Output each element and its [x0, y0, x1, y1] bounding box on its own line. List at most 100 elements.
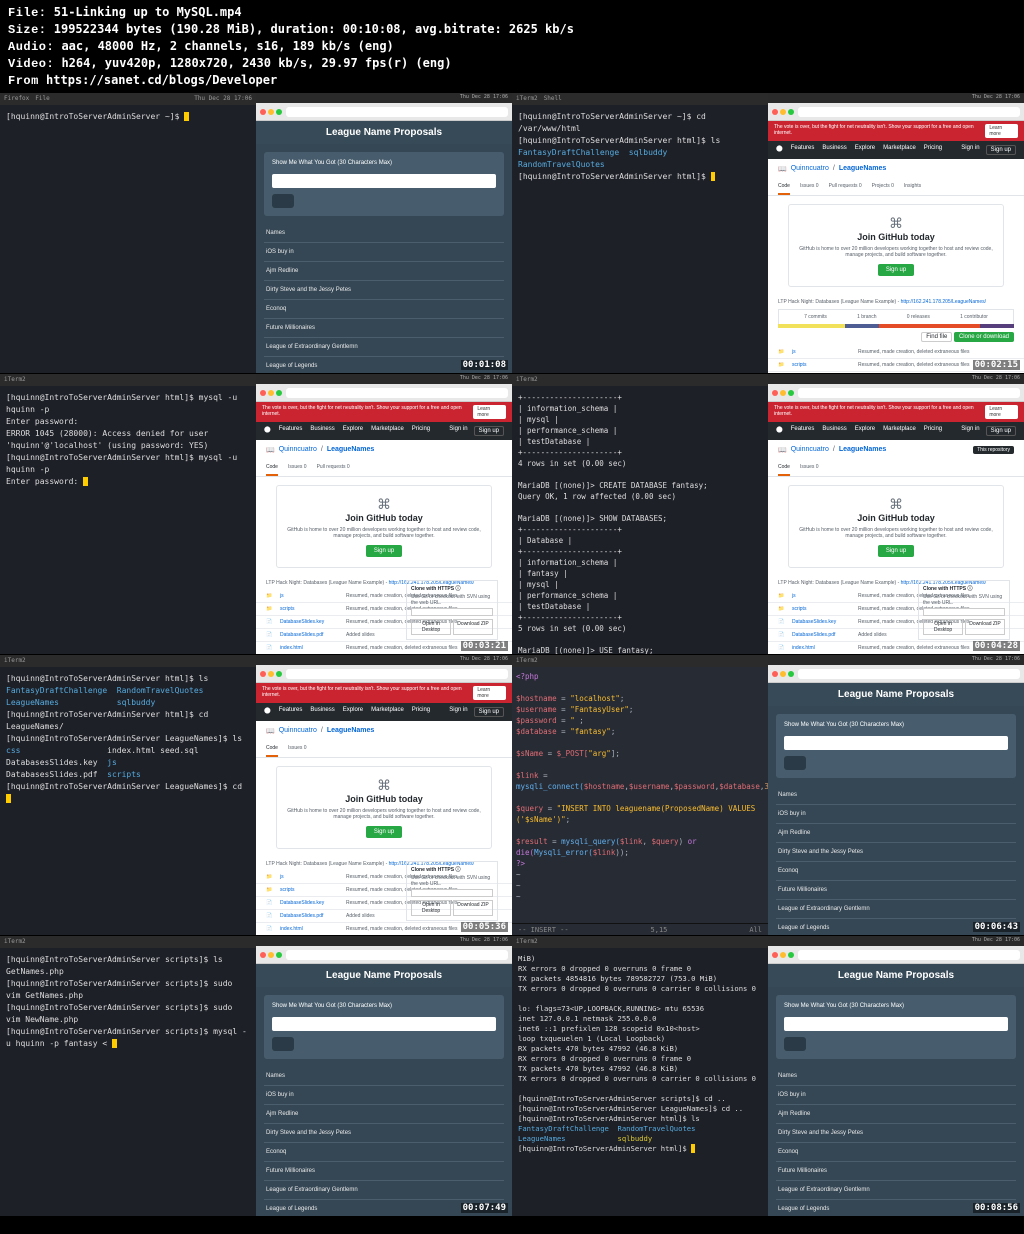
timestamp: 00:01:08	[461, 360, 508, 370]
file-name[interactable]: js	[792, 349, 852, 355]
thumb-5: iTerm2 [hquinn@IntroToServerAdminServer …	[0, 655, 512, 935]
file-name[interactable]: index.html	[792, 645, 852, 651]
terminal-line: [hquinn@IntroToServerAdminServer html]$ …	[518, 135, 762, 147]
file-icon: 📁	[266, 887, 274, 893]
menubar: Thu Dec 28 17:06	[256, 93, 512, 103]
league-item: Future Millionaires	[264, 1162, 504, 1181]
from-label: From	[8, 74, 39, 88]
league-item: League of Extraordinary Gentlemn	[264, 338, 504, 357]
file-name[interactable]: js	[280, 593, 340, 599]
file-icon: 📁	[778, 349, 786, 355]
file-icon: 📄	[266, 913, 274, 919]
signup-button[interactable]: Sign up	[878, 264, 914, 276]
thumb-4: iTerm2 +---------------------+ | informa…	[512, 374, 1024, 654]
thumb-8: iTerm2 MiB) RX errors 0 dropped 0 overru…	[512, 936, 1024, 1216]
terminal: [hquinn@IntroToServerAdminServer html]$ …	[0, 667, 256, 935]
audio-value: aac, 48000 Hz, 2 channels, s16, 189 kb/s…	[61, 39, 393, 53]
league-app: League Name Proposals Show Me What You G…	[256, 121, 512, 373]
file-name[interactable]: js	[792, 593, 852, 599]
file-name[interactable]: DatabaseSlides.key	[280, 900, 340, 906]
thumb-2: iTerm2Shell [hquinn@IntroToServerAdminSe…	[512, 93, 1024, 373]
clone-popup: Clone with HTTPS ⓘ Use Git or checkout w…	[406, 580, 498, 640]
file-icon: 📄	[266, 619, 274, 625]
traffic-lights[interactable]	[260, 109, 282, 115]
audio-label: Audio:	[8, 40, 54, 54]
league-item: Names	[776, 786, 1016, 805]
league-item: Econoq	[264, 300, 504, 319]
terminal: MiB) RX errors 0 dropped 0 overruns 0 fr…	[512, 948, 768, 1216]
league-item: Names	[264, 224, 504, 243]
league-item: iOS buy in	[776, 805, 1016, 824]
thumb-6: iTerm2 <?php $hostname = "localhost"; $u…	[512, 655, 1024, 935]
file-icon: 📄	[778, 645, 786, 651]
league-item: Econoq	[776, 862, 1016, 881]
file-name[interactable]: js	[280, 874, 340, 880]
terminal: [hquinn@IntroToServerAdminServer ~]$ cd …	[512, 105, 768, 373]
submit-button[interactable]	[272, 194, 294, 208]
php-editor[interactable]: <?php $hostname = "localhost"; $username…	[512, 667, 768, 923]
video-value: h264, yuv420p, 1280x720, 2430 kb/s, 29.9…	[61, 56, 451, 70]
file-name[interactable]: scripts	[792, 362, 852, 368]
league-item: League of Extraordinary Gentlemn	[776, 900, 1016, 919]
file-icon: 📁	[778, 593, 786, 599]
file-icon: 📁	[266, 593, 274, 599]
file-name[interactable]: scripts	[280, 606, 340, 612]
file-name[interactable]: DatabaseSlides.pdf	[280, 632, 340, 638]
metadata-header: File: 51-Linking up to MySQL.mp4 Size: 1…	[0, 0, 1024, 93]
league-title: League Name Proposals	[256, 121, 512, 144]
github-page: The vote is over, but the fight for net …	[768, 121, 1024, 373]
league-item: Econoq	[776, 1143, 1016, 1162]
league-item: Dirty Steve and the Jessy Petes	[264, 1124, 504, 1143]
league-item: Dirty Steve and the Jessy Petes	[776, 1124, 1016, 1143]
league-input[interactable]	[272, 174, 496, 188]
menu-item[interactable]: Firefox	[4, 95, 29, 103]
league-item: iOS buy in	[264, 1086, 504, 1105]
file-label: File:	[8, 6, 47, 20]
url-bar[interactable]	[286, 107, 508, 117]
file-name[interactable]: index.html	[280, 926, 340, 932]
learn-more-button[interactable]: Learn more	[985, 124, 1018, 138]
file-row[interactable]: 📄DatabaseSlides.keyResumed, made creatio…	[768, 372, 1024, 373]
menubar: iTerm2Shell	[512, 93, 768, 105]
league-item: League of Extraordinary Gentlemn	[776, 1181, 1016, 1200]
file-name[interactable]: scripts	[280, 887, 340, 893]
league-item: Future Millionaires	[776, 881, 1016, 900]
file-name[interactable]: scripts	[792, 606, 852, 612]
file-name[interactable]: DatabaseSlides.key	[792, 619, 852, 625]
file-icon: 📁	[778, 362, 786, 368]
file-name[interactable]: index.html	[280, 645, 340, 651]
file-row[interactable]: 📁jsResumed, made creation, deleted extra…	[768, 346, 1024, 359]
file-name[interactable]: DatabaseSlides.key	[280, 619, 340, 625]
cursor-icon	[184, 112, 189, 121]
terminal: [hquinn@IntroToServerAdminServer ~]$	[0, 105, 256, 373]
file-icon: 📁	[266, 874, 274, 880]
file-icon: 📄	[266, 900, 274, 906]
league-label: Show Me What You Got (30 Characters Max)	[272, 160, 496, 166]
browser-chrome	[256, 103, 512, 121]
league-item: iOS buy in	[776, 1086, 1016, 1105]
league-item: Dirty Steve and the Jessy Petes	[264, 281, 504, 300]
league-item: League of Extraordinary Gentlemn	[264, 1181, 504, 1200]
file-icon: 📄	[266, 645, 274, 651]
join-github-card: ⌘ Join GitHub today GitHub is home to ov…	[788, 204, 1004, 287]
league-item: Ajm Redline	[264, 262, 504, 281]
book-icon: 📖	[778, 165, 787, 173]
file-value: 51-Linking up to MySQL.mp4	[54, 5, 242, 19]
league-item: Future Millionaires	[776, 1162, 1016, 1181]
league-item: iOS buy in	[264, 243, 504, 262]
terminal-line: [hquinn@IntroToServerAdminServer ~]$	[6, 112, 184, 121]
tab-code[interactable]: Code	[778, 179, 790, 195]
file-icon: 📁	[778, 606, 786, 612]
league-item: Ajm Redline	[776, 824, 1016, 843]
github-logo-icon[interactable]: ⬤	[776, 145, 783, 155]
github-nav: ⬤ FeaturesBusinessExploreMarketplacePric…	[768, 141, 1024, 159]
size-label: Size:	[8, 23, 47, 37]
file-icon: 📁	[266, 606, 274, 612]
league-item: Dirty Steve and the Jessy Petes	[776, 843, 1016, 862]
from-value: https://sanet.cd/blogs/Developer	[46, 73, 277, 87]
league-item: Econoq	[264, 1143, 504, 1162]
file-name[interactable]: DatabaseSlides.pdf	[792, 632, 852, 638]
league-item: Names	[776, 1067, 1016, 1086]
file-name[interactable]: DatabaseSlides.pdf	[280, 913, 340, 919]
league-list: NamesiOS buy inAjm RedlineDirty Steve an…	[264, 224, 504, 374]
